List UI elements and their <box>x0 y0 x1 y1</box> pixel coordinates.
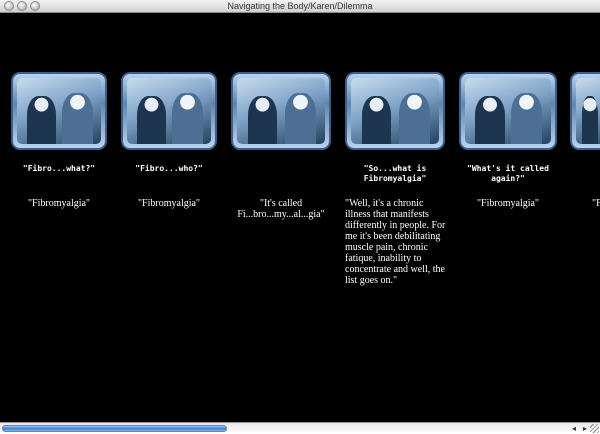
scroll-left-arrow-icon[interactable]: ◂ <box>572 424 576 434</box>
clip-image <box>465 78 551 144</box>
clip-image <box>127 78 211 144</box>
scroll-right-arrow-icon[interactable]: ▸ <box>583 424 587 434</box>
clip-cue-1: "Fibro...what?" <box>22 164 96 173</box>
video-clip-thumbnail-3[interactable] <box>231 72 331 150</box>
clip-image <box>576 78 600 144</box>
clip-cue-5: "What's it called again?" <box>467 164 549 183</box>
clip-line-3: "It's called Fi...bro...my...al...gia" <box>237 198 325 220</box>
clip-image <box>17 78 101 144</box>
clip-image <box>351 78 439 144</box>
clip-line-5: "Fibromyalgia" <box>476 198 540 209</box>
clip-line-4: "Well, it's a chronic illness that manif… <box>345 198 446 286</box>
window-title: Navigating the Body/Karen/Dilemma <box>227 1 373 11</box>
resize-grip-icon[interactable] <box>590 424 599 433</box>
clip-line-2: "Fibromyalgia" <box>137 198 201 209</box>
horizontal-scrollbar[interactable]: ◂ ▸ <box>0 422 600 434</box>
video-clip-thumbnail-6[interactable] <box>570 72 600 150</box>
title-bar: Navigating the Body/Karen/Dilemma <box>0 0 600 13</box>
scrollbar-thumb[interactable] <box>2 425 227 432</box>
video-clip-thumbnail-1[interactable] <box>11 72 107 150</box>
video-clip-thumbnail-4[interactable] <box>345 72 445 150</box>
clip-line-6: "F <box>592 198 600 209</box>
clip-timeline: "Fibro...what?" "Fibromyalgia" "Fibro...… <box>0 13 600 422</box>
clip-image <box>237 78 325 144</box>
video-clip-thumbnail-5[interactable] <box>459 72 557 150</box>
clip-cue-4: "So...what is Fibromyalgia" <box>363 164 427 183</box>
video-clip-thumbnail-2[interactable] <box>121 72 217 150</box>
clip-cue-2: "Fibro...who?" <box>135 164 203 173</box>
clip-line-1: "Fibromyalgia" <box>27 198 91 209</box>
